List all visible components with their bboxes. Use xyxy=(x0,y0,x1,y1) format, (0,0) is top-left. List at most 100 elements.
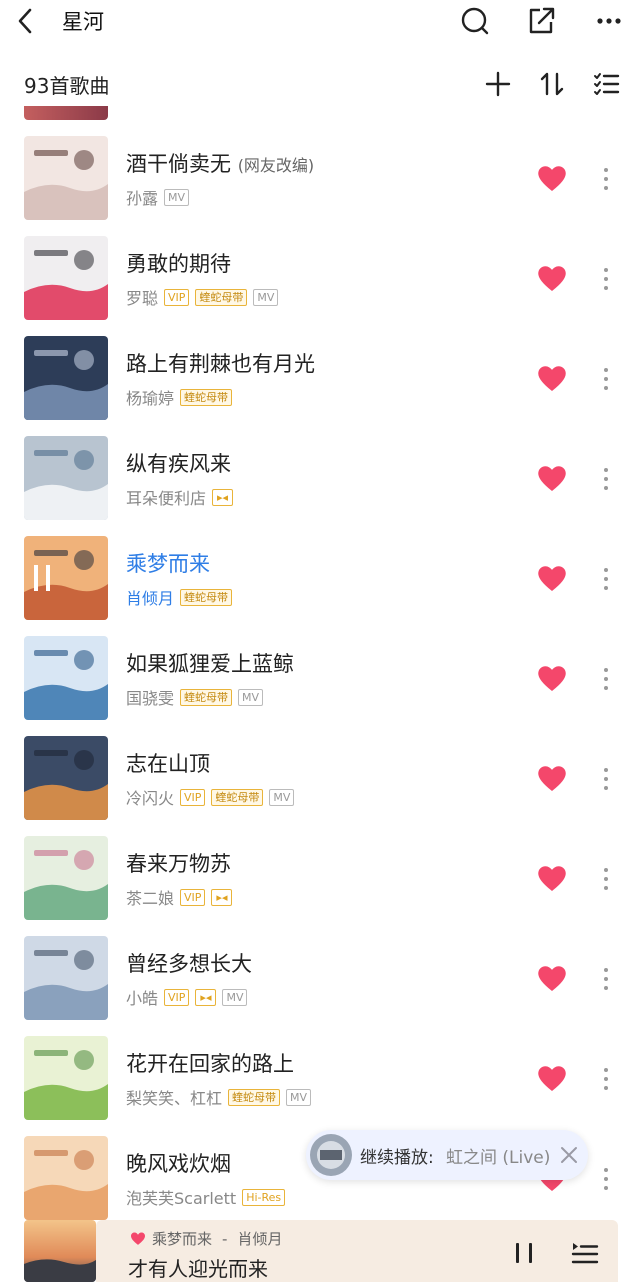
album-cover[interactable] xyxy=(24,736,108,820)
song-title-line: 纵有疾风来 xyxy=(126,448,231,478)
heart-icon[interactable] xyxy=(538,266,566,292)
dolby-badge: ▸◂ xyxy=(195,988,217,1006)
song-meta: 孙露 MV xyxy=(126,186,195,208)
share-icon[interactable] xyxy=(524,4,558,38)
song-title-line: 酒干倘卖无 (网友改编) xyxy=(126,148,314,178)
song-meta: 冷闪火 VIP 蝰蛇母带 MV xyxy=(126,786,300,808)
more-icon[interactable] xyxy=(592,4,626,38)
mini-player[interactable]: 乘梦而来 - 肖倾月 才有人迎光而来 xyxy=(0,1220,640,1282)
album-cover xyxy=(24,106,108,120)
album-cover[interactable] xyxy=(24,636,108,720)
master-quality-badge: 蝰蛇母带 xyxy=(228,1088,281,1106)
more-options-icon[interactable] xyxy=(596,1066,616,1092)
album-cover[interactable] xyxy=(24,436,108,520)
song-row[interactable]: 如果狐狸爱上蓝鲸 国骁雯 蝰蛇母带 MV xyxy=(0,636,640,736)
song-title: 如果狐狸爱上蓝鲸 xyxy=(126,652,294,676)
song-meta: 耳朵便利店 ▸◂ xyxy=(126,486,239,508)
player-lyric: 才有人迎光而来 xyxy=(128,1257,268,1281)
multi-select-icon[interactable] xyxy=(590,68,622,100)
heart-icon[interactable] xyxy=(538,866,566,892)
player-now-playing: 乘梦而来 - 肖倾月 xyxy=(130,1228,282,1249)
master-quality-badge: 蝰蛇母带 xyxy=(211,788,264,806)
mv-badge: MV xyxy=(164,188,190,206)
pause-overlay-icon[interactable] xyxy=(31,563,53,593)
more-options-icon[interactable] xyxy=(596,966,616,992)
add-icon[interactable] xyxy=(482,68,514,100)
toast-song[interactable]: 虹之间 (Live) xyxy=(446,1143,550,1168)
song-meta: 杨瑜婷 蝰蛇母带 xyxy=(126,386,238,408)
song-meta: 国骁雯 蝰蛇母带 MV xyxy=(126,686,269,708)
more-options-icon[interactable] xyxy=(596,166,616,192)
master-quality-badge: 蝰蛇母带 xyxy=(180,688,233,706)
master-quality-badge: 蝰蛇母带 xyxy=(195,288,248,306)
song-title: 路上有荆棘也有月光 xyxy=(126,352,315,376)
close-icon[interactable] xyxy=(558,1143,580,1167)
song-meta: 茶二娘 VIP ▸◂ xyxy=(126,886,238,908)
song-title-line: 路上有荆棘也有月光 xyxy=(126,348,315,378)
more-options-icon[interactable] xyxy=(596,266,616,292)
album-cover[interactable] xyxy=(24,936,108,1020)
song-count: 93首歌曲 xyxy=(24,74,110,98)
song-title-line: 晚风戏炊烟 xyxy=(126,1148,231,1178)
song-row[interactable]: 曾经多想长大 小皓 VIP ▸◂ MV xyxy=(0,936,640,1036)
continue-playing-toast[interactable]: 继续播放: 虹之间 (Live) xyxy=(306,1130,588,1180)
song-row[interactable]: 纵有疾风来 耳朵便利店 ▸◂ xyxy=(0,436,640,536)
heart-icon[interactable] xyxy=(538,566,566,592)
player-artist: 肖倾月 xyxy=(237,1230,283,1248)
song-title-line: 志在山顶 xyxy=(126,748,210,778)
heart-icon[interactable] xyxy=(538,966,566,992)
more-options-icon[interactable] xyxy=(596,466,616,492)
song-artist: 肖倾月 xyxy=(126,589,175,608)
master-quality-badge: 蝰蛇母带 xyxy=(180,388,233,406)
song-row[interactable]: 花开在回家的路上 梨笑笑、杠杠 蝰蛇母带 MV xyxy=(0,1036,640,1136)
album-cover[interactable] xyxy=(24,336,108,420)
sort-icon[interactable] xyxy=(536,68,568,100)
song-row[interactable]: 志在山顶 冷闪火 VIP 蝰蛇母带 MV xyxy=(0,736,640,836)
album-cover[interactable] xyxy=(24,1036,108,1120)
heart-icon[interactable] xyxy=(538,366,566,392)
more-options-icon[interactable] xyxy=(596,566,616,592)
heart-icon[interactable] xyxy=(538,666,566,692)
song-title: 晚风戏炊烟 xyxy=(126,1152,231,1176)
player-song: 乘梦而来 xyxy=(152,1230,213,1248)
dolby-badge: ▸◂ xyxy=(212,488,234,506)
song-row[interactable]: 乘梦而来 肖倾月 蝰蛇母带 xyxy=(0,536,640,636)
song-artist: 国骁雯 xyxy=(126,689,175,708)
mv-badge: MV xyxy=(253,288,279,306)
album-cover[interactable] xyxy=(24,136,108,220)
album-cover[interactable] xyxy=(24,1136,108,1220)
back-icon[interactable] xyxy=(10,4,42,38)
more-options-icon[interactable] xyxy=(596,366,616,392)
master-quality-badge: 蝰蛇母带 xyxy=(180,588,233,606)
song-row[interactable]: 路上有荆棘也有月光 杨瑜婷 蝰蛇母带 xyxy=(0,336,640,436)
more-options-icon[interactable] xyxy=(596,766,616,792)
song-title-line: 如果狐狸爱上蓝鲸 xyxy=(126,648,294,678)
heart-icon[interactable] xyxy=(538,466,566,492)
player-album-cover[interactable] xyxy=(24,1220,96,1282)
song-row[interactable]: 春来万物苏 茶二娘 VIP ▸◂ xyxy=(0,836,640,936)
album-cover[interactable] xyxy=(24,236,108,320)
more-options-icon[interactable] xyxy=(596,1166,616,1192)
song-artist: 茶二娘 xyxy=(126,889,175,908)
song-row[interactable]: 勇敢的期待 罗聪 VIP 蝰蛇母带 MV xyxy=(0,236,640,336)
heart-icon[interactable] xyxy=(130,1232,146,1246)
song-row[interactable]: 酒干倘卖无 (网友改编) 孙露 MV xyxy=(0,136,640,236)
heart-icon[interactable] xyxy=(538,1066,566,1092)
song-title-line: 花开在回家的路上 xyxy=(126,1048,294,1078)
toast-label: 继续播放: xyxy=(360,1148,434,1168)
list-toolbar: 93首歌曲 xyxy=(0,64,640,106)
search-icon[interactable] xyxy=(458,4,492,38)
heart-icon[interactable] xyxy=(538,766,566,792)
album-cover[interactable] xyxy=(24,836,108,920)
song-title: 勇敢的期待 xyxy=(126,252,231,276)
playlist-queue-icon[interactable] xyxy=(570,1238,600,1268)
pause-icon[interactable] xyxy=(512,1240,536,1266)
song-artist: 罗聪 xyxy=(126,289,159,308)
heart-icon[interactable] xyxy=(538,166,566,192)
song-title-line: 勇敢的期待 xyxy=(126,248,231,278)
song-title: 志在山顶 xyxy=(126,752,210,776)
more-options-icon[interactable] xyxy=(596,866,616,892)
more-options-icon[interactable] xyxy=(596,666,616,692)
song-artist: 泡芙芙Scarlett xyxy=(126,1189,237,1208)
player-separator: - xyxy=(222,1229,228,1248)
